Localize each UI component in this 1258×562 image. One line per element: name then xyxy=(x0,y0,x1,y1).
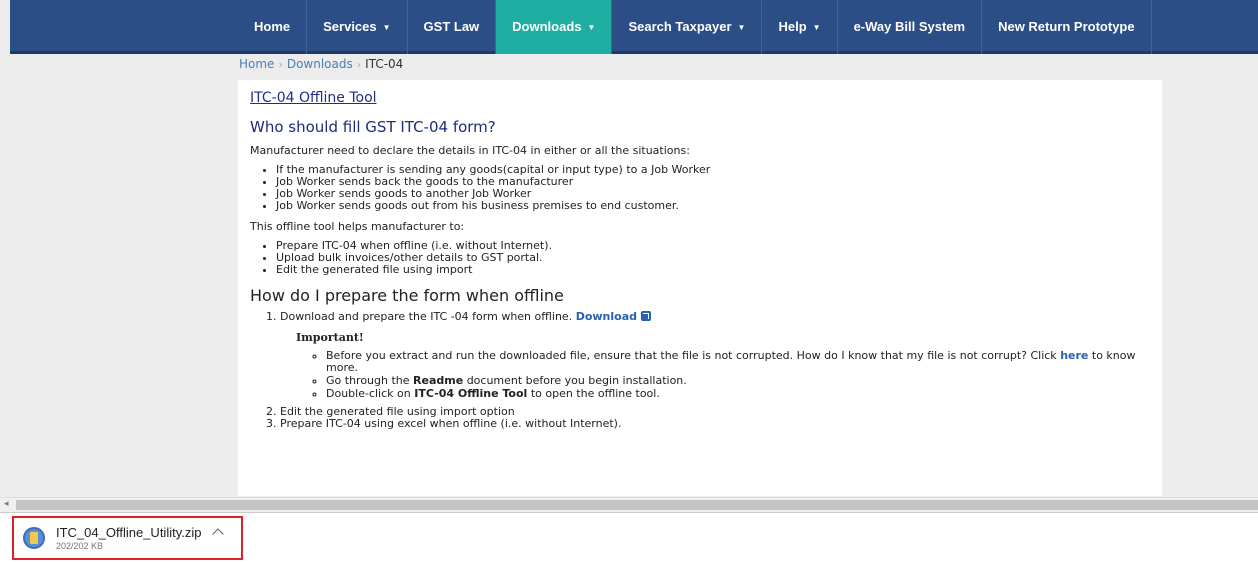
nav-item-downloads[interactable]: Downloads ▼ xyxy=(496,0,613,54)
list-item: Download and prepare the ITC -04 form wh… xyxy=(280,310,1152,400)
nav-item-label: Downloads xyxy=(512,19,582,34)
note3-text: Double-click on xyxy=(326,387,411,400)
main-content: ITC-04 Offline Tool Who should fill GST … xyxy=(238,80,1162,496)
nav-menu: Home Services ▼ GST Law Downloads ▼ Search… xyxy=(238,0,1152,54)
external-link-icon[interactable] xyxy=(641,311,651,321)
note3-post-text: to open the offline tool. xyxy=(530,387,660,400)
list-item: Go through the Readme document before yo… xyxy=(326,375,1152,387)
nav-item-services[interactable]: Services ▼ xyxy=(307,0,408,54)
nav-item-label: Home xyxy=(254,19,291,34)
nav-item-search-taxpayer[interactable]: Search Taxpayer ▼ xyxy=(612,0,763,54)
list-item: Edit the generated file using import xyxy=(276,264,1152,276)
note2-post-text: document before you begin installation. xyxy=(466,374,687,387)
list-item: Before you extract and run the downloade… xyxy=(326,350,1152,374)
download-link[interactable]: Download xyxy=(576,310,637,323)
helps-intro-text: This offline tool helps manufacturer to: xyxy=(250,220,465,233)
download-item[interactable]: ITC_04_Offline_Utility.zip 202/202 KB xyxy=(12,516,243,560)
nav-item-new-return-prototype[interactable]: New Return Prototype xyxy=(982,0,1152,54)
nav-item-label: e-Way Bill System xyxy=(853,19,966,34)
caret-down-icon: ▼ xyxy=(382,23,391,32)
important-notes-list: Before you extract and run the downloade… xyxy=(280,350,1152,400)
steps-list: Download and prepare the ITC -04 form wh… xyxy=(250,310,1152,400)
who-should-fill-heading: Who should fill GST ITC-04 form? xyxy=(250,118,496,136)
steps-list-continued: Edit the generated file using import opt… xyxy=(250,406,1152,430)
helps-list: Prepare ITC-04 when offline (i.e. withou… xyxy=(250,240,1152,276)
who-intro-text: Manufacturer need to declare the details… xyxy=(250,144,690,157)
nav-item-home[interactable]: Home xyxy=(238,0,308,54)
scroll-left-arrow-icon[interactable]: ◂ xyxy=(4,499,9,509)
itc04-offline-tool-link[interactable]: ITC-04 Offline Tool xyxy=(250,90,1152,106)
important-label: Important! xyxy=(296,331,364,344)
nav-item-eway-bill[interactable]: e-Way Bill System xyxy=(838,0,983,54)
situations-list: If the manufacturer is sending any goods… xyxy=(250,164,1152,212)
breadcrumb-downloads-link[interactable]: Downloads xyxy=(287,57,353,71)
note2-text: Go through the xyxy=(326,374,410,387)
top-navbar: Home Services ▼ GST Law Downloads ▼ Search… xyxy=(10,0,1258,54)
download-shelf: ITC_04_Offline_Utility.zip 202/202 KB xyxy=(0,512,1258,562)
breadcrumb-separator: › xyxy=(278,58,283,71)
caret-down-icon: ▼ xyxy=(737,23,746,32)
readme-text: Readme xyxy=(413,374,464,387)
nav-item-label: Search Taxpayer xyxy=(628,19,732,34)
nav-item-gst-law[interactable]: GST Law xyxy=(408,0,497,54)
offline-tool-text: ITC-04 Offline Tool xyxy=(414,387,528,400)
download-file-name: ITC_04_Offline_Utility.zip xyxy=(56,525,202,540)
nav-item-label: GST Law xyxy=(423,19,480,34)
breadcrumb: Home › Downloads › ITC-04 xyxy=(239,56,403,73)
list-item: Job Worker sends goods out from his busi… xyxy=(276,200,1152,212)
list-item: Double-click on ITC-04 Offline Tool to o… xyxy=(326,388,1152,400)
nav-item-label: Services xyxy=(323,19,377,34)
nav-item-help[interactable]: Help ▼ xyxy=(762,0,838,54)
zip-file-icon xyxy=(23,527,45,549)
scrollbar-thumb[interactable] xyxy=(16,500,1258,510)
download-file-size: 202/202 KB xyxy=(56,541,104,551)
here-link[interactable]: here xyxy=(1060,349,1088,362)
note1-text: Before you extract and run the downloade… xyxy=(326,349,1057,362)
nav-item-label: New Return Prototype xyxy=(998,19,1135,34)
chevron-up-icon[interactable] xyxy=(212,528,224,540)
caret-down-icon: ▼ xyxy=(812,23,821,32)
horizontal-scrollbar[interactable]: ◂ xyxy=(0,497,1258,512)
prepare-offline-heading: How do I prepare the form when offline xyxy=(250,286,564,305)
list-item: Prepare ITC-04 using excel when offline … xyxy=(280,418,1152,430)
caret-down-icon: ▼ xyxy=(587,23,596,32)
breadcrumb-current: ITC-04 xyxy=(365,57,404,71)
nav-item-label: Help xyxy=(778,19,807,34)
breadcrumb-home-link[interactable]: Home xyxy=(239,57,274,71)
step1-text: Download and prepare the ITC -04 form wh… xyxy=(280,310,573,323)
breadcrumb-separator: › xyxy=(356,58,362,71)
